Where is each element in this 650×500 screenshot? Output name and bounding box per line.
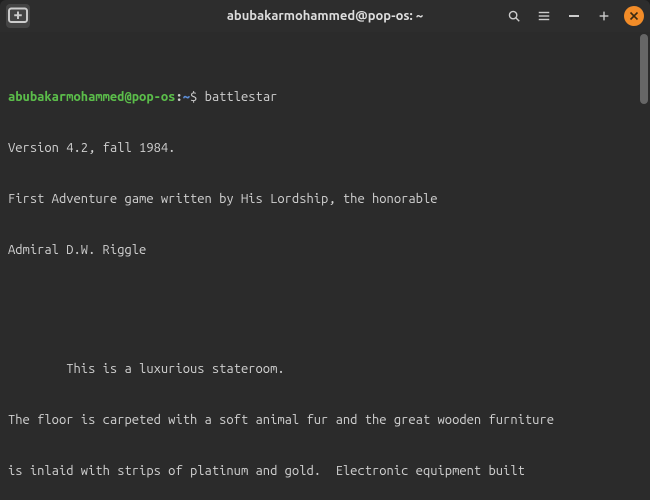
terminal-area[interactable]: abubakarmohammed@pop-os:~$ battlestar Ve…: [0, 32, 650, 500]
minimize-button[interactable]: [564, 6, 584, 26]
scrollbar-thumb[interactable]: [640, 34, 648, 104]
prompt-symbol: $: [190, 90, 197, 104]
output-line: Admiral D.W. Riggle: [8, 242, 642, 259]
window-controls: [504, 6, 644, 26]
prompt-separator: :: [175, 90, 182, 104]
minimize-icon: [569, 15, 579, 17]
plus-icon: [597, 9, 611, 23]
search-button[interactable]: [504, 6, 524, 26]
new-tab-button[interactable]: [6, 4, 30, 28]
prompt-userhost: abubakarmohammed@pop-os: [8, 90, 175, 104]
prompt-line: abubakarmohammed@pop-os:~$ battlestar: [8, 89, 642, 106]
output-line: First Adventure game written by His Lord…: [8, 191, 642, 208]
output-line: This is a luxurious stateroom.: [8, 361, 642, 378]
menu-button[interactable]: [534, 6, 554, 26]
titlebar: abubakarmohammed@pop-os: ~: [0, 0, 650, 32]
prompt-path: ~: [183, 90, 190, 104]
command-text: battlestar: [205, 90, 278, 104]
search-icon: [507, 9, 521, 23]
output-line: is inlaid with strips of platinum and go…: [8, 463, 642, 480]
new-tab-icon: [6, 4, 30, 28]
hamburger-icon: [537, 9, 551, 23]
close-button[interactable]: [624, 6, 644, 26]
window-title: abubakarmohammed@pop-os: ~: [227, 9, 423, 23]
output-line: The floor is carpeted with a soft animal…: [8, 412, 642, 429]
output-line: Version 4.2, fall 1984.: [8, 140, 642, 157]
close-icon: [629, 11, 639, 21]
maximize-button[interactable]: [594, 6, 614, 26]
